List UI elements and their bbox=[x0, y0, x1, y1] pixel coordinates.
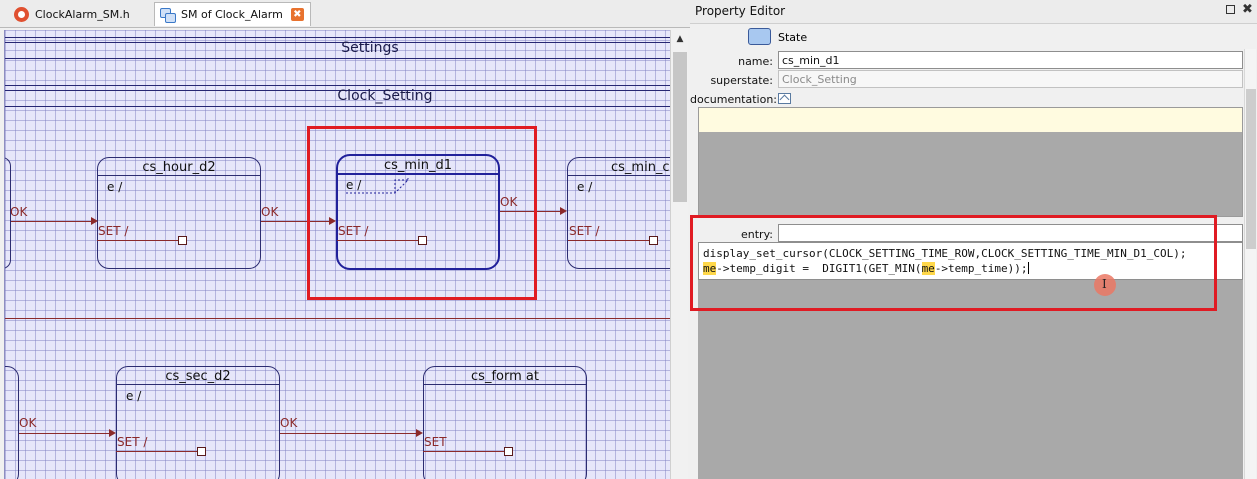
transition-label-ok[interactable]: OK bbox=[261, 205, 278, 219]
name-label: name: bbox=[738, 55, 773, 68]
code-text: ->temp_digit = DIGIT1(GET_MIN( bbox=[716, 262, 922, 275]
internal-transition-end-icon bbox=[649, 236, 658, 245]
region-border bbox=[5, 58, 670, 59]
state-entry: e / bbox=[126, 389, 142, 403]
property-editor-header: Property Editor ✖ bbox=[690, 0, 1257, 24]
transition-line bbox=[116, 451, 198, 452]
region-title-clock-setting: Clock_Setting bbox=[337, 88, 433, 104]
transition-label-ok[interactable]: OK bbox=[10, 205, 27, 219]
transition-label-ok[interactable]: OK bbox=[500, 195, 517, 209]
code-highlight: me bbox=[703, 262, 717, 275]
region-border bbox=[5, 106, 670, 107]
internal-transition-end-icon bbox=[178, 236, 187, 245]
transition-line bbox=[500, 211, 560, 212]
region-border bbox=[5, 85, 670, 86]
name-field[interactable]: cs_min_d1 bbox=[778, 51, 1243, 69]
transition-line bbox=[97, 240, 179, 241]
tab-clockalarm-sm-h[interactable]: ClockAlarm_SM.h bbox=[10, 3, 134, 25]
state-separator bbox=[568, 175, 670, 176]
arrowhead-icon bbox=[109, 429, 116, 437]
entry-field[interactable] bbox=[778, 224, 1243, 242]
arrowhead-icon bbox=[416, 429, 423, 437]
internal-transition-end-icon bbox=[197, 447, 206, 456]
entry-action-note-icon bbox=[346, 178, 409, 194]
scroll-up-icon[interactable]: ▲ bbox=[673, 32, 687, 46]
close-tab-icon[interactable]: ✖ bbox=[290, 8, 304, 21]
canvas-scrollbar[interactable]: ▲ bbox=[670, 30, 688, 479]
code-text: ->temp_time)); bbox=[934, 262, 1028, 275]
state-cs-sec-d2[interactable]: cs_sec_d2 e / bbox=[116, 366, 280, 479]
transition-label-set[interactable]: SET / bbox=[338, 224, 368, 238]
mouse-cursor-icon bbox=[1094, 274, 1116, 296]
expand-editor-icon[interactable] bbox=[778, 93, 791, 104]
scroll-thumb[interactable] bbox=[1246, 89, 1256, 249]
documentation-field[interactable] bbox=[698, 107, 1243, 217]
internal-transition-end-icon bbox=[504, 447, 513, 456]
state-cs-min-d1[interactable]: cs_min_d1 e / bbox=[336, 154, 500, 270]
transition-line bbox=[19, 433, 109, 434]
state-name: cs_hour_d2 bbox=[142, 160, 216, 175]
entry-code-editor[interactable]: display_set_cursor(CLOCK_SETTING_TIME_RO… bbox=[698, 242, 1243, 280]
documentation-label: documentation: bbox=[690, 93, 778, 106]
superstate-label: superstate: bbox=[710, 74, 773, 87]
transition-line bbox=[11, 221, 91, 222]
text-caret bbox=[1027, 262, 1029, 274]
c-file-icon bbox=[14, 6, 29, 22]
state-separator bbox=[338, 173, 498, 175]
state-partial[interactable] bbox=[5, 366, 19, 479]
arrowhead-icon bbox=[329, 217, 336, 225]
tab-label: ClockAlarm_SM.h bbox=[35, 7, 130, 21]
transition-line bbox=[261, 221, 329, 222]
code-highlight: me bbox=[921, 262, 935, 275]
transition-line bbox=[423, 451, 505, 452]
transition-label-set[interactable]: SET / bbox=[98, 224, 128, 238]
element-type-label: State bbox=[778, 31, 808, 44]
transition-label-set[interactable]: SET / bbox=[569, 224, 599, 238]
scroll-thumb[interactable] bbox=[673, 52, 687, 202]
state-cs-format[interactable]: cs_form at bbox=[423, 366, 587, 479]
code-line-1: display_set_cursor(CLOCK_SETTING_TIME_RO… bbox=[703, 247, 1187, 260]
close-panel-icon[interactable]: ✖ bbox=[1242, 2, 1253, 17]
region-divider bbox=[5, 318, 670, 319]
state-separator bbox=[424, 384, 586, 385]
transition-label-set[interactable]: SET bbox=[424, 435, 447, 449]
entry-label: entry: bbox=[741, 228, 773, 241]
state-name: cs_min_d1 bbox=[384, 158, 452, 173]
state-type-icon bbox=[748, 28, 771, 45]
transition-line bbox=[280, 433, 416, 434]
transition-line bbox=[568, 240, 650, 241]
property-editor-title: Property Editor bbox=[695, 4, 786, 18]
state-diagram-canvas[interactable]: Settings Clock_Setting cs_hour_d2 e / cs… bbox=[4, 30, 670, 479]
entry-code-panel: display_set_cursor(CLOCK_SETTING_TIME_RO… bbox=[698, 242, 1243, 479]
state-separator bbox=[117, 384, 279, 385]
state-name: cs_form at bbox=[471, 369, 539, 384]
internal-transition-end-icon bbox=[418, 236, 427, 245]
property-editor-scrollbar[interactable] bbox=[1244, 49, 1256, 479]
state-entry: e / bbox=[107, 180, 123, 194]
documentation-text-area[interactable] bbox=[699, 108, 1242, 132]
region-border bbox=[5, 37, 670, 38]
state-entry: e / bbox=[577, 180, 593, 194]
state-separator bbox=[98, 175, 260, 176]
arrowhead-icon bbox=[91, 217, 98, 225]
property-editor: State name: cs_min_d1 superstate: Clock_… bbox=[690, 25, 1257, 479]
transition-label-set[interactable]: SET / bbox=[117, 435, 147, 449]
state-cs-min-d2[interactable]: cs_min_c e / bbox=[567, 157, 670, 269]
transition-line bbox=[337, 240, 419, 241]
state-cs-hour-d2[interactable]: cs_hour_d2 e / bbox=[97, 157, 261, 269]
state-name: cs_sec_d2 bbox=[165, 369, 231, 384]
transition-label-ok[interactable]: OK bbox=[280, 416, 297, 430]
restore-window-icon[interactable] bbox=[1226, 5, 1235, 14]
editor-tab-bar: ClockAlarm_SM.h SM of Clock_Alarm ✖ bbox=[0, 0, 690, 28]
tab-sm-of-clock-alarm[interactable]: SM of Clock_Alarm ✖ bbox=[154, 2, 311, 26]
superstate-field: Clock_Setting bbox=[778, 70, 1243, 88]
arrowhead-icon bbox=[560, 207, 567, 215]
tab-label: SM of Clock_Alarm bbox=[181, 8, 283, 21]
state-machine-icon bbox=[160, 7, 176, 23]
state-name: cs_min_c bbox=[611, 160, 670, 175]
transition-label-ok[interactable]: OK bbox=[19, 416, 36, 430]
region-title-settings: Settings bbox=[341, 40, 399, 56]
